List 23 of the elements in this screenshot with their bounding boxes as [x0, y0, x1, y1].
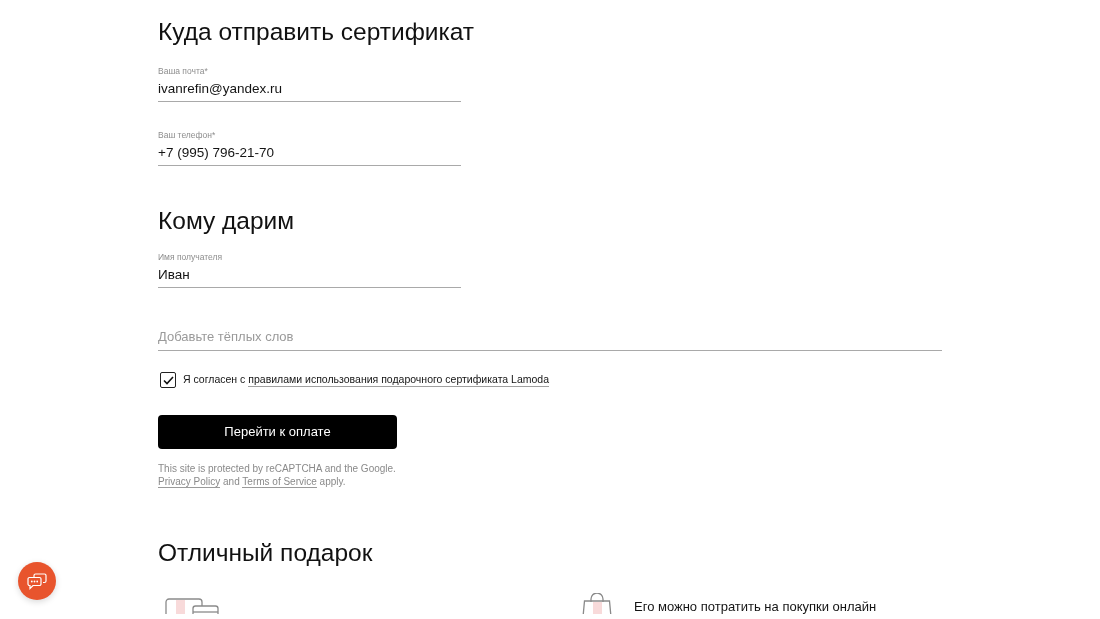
privacy-policy-link[interactable]: Privacy Policy: [158, 476, 221, 488]
chat-button[interactable]: [18, 562, 56, 600]
pay-button[interactable]: Перейти к оплате: [158, 415, 397, 449]
rules-link[interactable]: правилами использования подарочного сертификата Lamoda: [248, 372, 550, 387]
chat-bubbles-icon: [27, 572, 47, 590]
terms-of-service-link[interactable]: Terms of Service: [242, 476, 317, 488]
text-field[interactable]: +7 (995) 796-21-70: [158, 141, 461, 166]
field-label: Ваша почта*: [158, 66, 208, 77]
section-heading: Кому дарим: [158, 206, 295, 236]
cards-icon: [165, 598, 219, 614]
section-heading: Отличный подарок: [158, 538, 373, 568]
recaptcha-notice: This site is protected by reCAPTCHA and the Google. Privacy Policy and Terms of Service apply.: [158, 462, 396, 488]
agreement-checkbox[interactable]: [160, 372, 176, 388]
text-field[interactable]: Иван: [158, 263, 461, 288]
field-label: Ваш телефон*: [158, 130, 216, 141]
section-heading: Куда отправить сертификат: [158, 17, 475, 47]
text-field[interactable]: ivanrefin@yandex.ru: [158, 77, 461, 102]
benefit-text: Его можно потратить на покупки онлайн: [634, 599, 877, 614]
message-field[interactable]: Добавьте тёплых слов: [158, 323, 942, 351]
checkmark-icon: [162, 375, 174, 385]
field-label: Имя получателя: [158, 252, 223, 263]
shopping-bag-icon: [582, 593, 612, 614]
agreement-text: Я согласен с правилами использования подарочного сертификата Lamoda: [183, 371, 550, 386]
